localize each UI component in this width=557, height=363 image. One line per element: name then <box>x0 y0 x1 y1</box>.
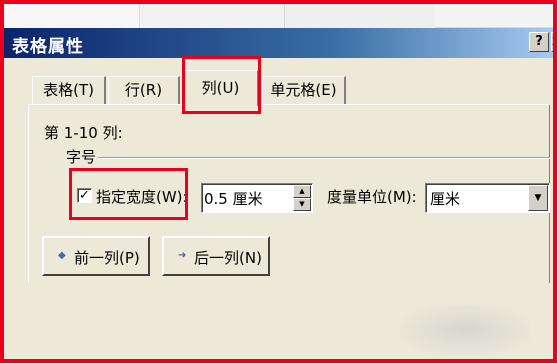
next-column-button[interactable]: ➜ 后一列(N) <box>162 236 270 276</box>
arrow-left-icon: ◆ <box>58 250 66 261</box>
measure-unit-label: 度量单位(M): <box>327 188 417 206</box>
tab-column[interactable]: 列(U) <box>183 70 259 106</box>
tab-row[interactable]: 行(R) <box>108 76 180 104</box>
group-label: 字号 <box>66 148 97 166</box>
background-segment <box>140 0 285 28</box>
background-segment <box>285 0 435 28</box>
spin-buttons: ▲ ▼ <box>293 185 311 211</box>
chevron-down-icon[interactable]: ▼ <box>528 185 548 211</box>
dialog-title: 表格属性 <box>12 37 84 57</box>
screenshot-frame: 表格属性 ? x 表格(T) 行(R) 单元格(E) 列(U) 第 1-10 列… <box>0 0 557 363</box>
specify-width-label[interactable]: 指定宽度(W): <box>96 186 188 207</box>
spin-down-icon[interactable]: ▼ <box>293 198 311 211</box>
width-value[interactable]: 0.5 厘米 <box>204 188 263 209</box>
measure-unit-value[interactable]: 厘米 <box>430 188 460 209</box>
next-column-label: 后一列(N) <box>194 249 262 267</box>
background-segment <box>0 0 140 28</box>
columns-range-label: 第 1-10 列: <box>44 124 123 142</box>
previous-column-button[interactable]: ◆ 前一列(P) <box>42 236 150 276</box>
watermark <box>400 305 530 355</box>
spin-up-icon[interactable]: ▲ <box>293 185 311 198</box>
dialog-title-bar: 表格属性 ? x <box>4 28 557 58</box>
measure-unit-select[interactable]: 厘米 ▼ <box>425 183 550 213</box>
specify-width-checkbox[interactable]: ✓ <box>77 188 92 203</box>
close-button[interactable]: x <box>551 32 557 52</box>
tab-cell[interactable]: 单元格(E) <box>262 76 346 104</box>
previous-column-label: 前一列(P) <box>74 249 140 267</box>
group-divider <box>98 157 550 159</box>
background-document-strip <box>0 0 557 28</box>
width-spin-input[interactable]: 0.5 厘米 ▲ ▼ <box>201 183 313 213</box>
arrow-right-icon: ➜ <box>178 250 187 261</box>
help-button[interactable]: ? <box>529 32 549 52</box>
tab-table[interactable]: 表格(T) <box>32 76 106 104</box>
